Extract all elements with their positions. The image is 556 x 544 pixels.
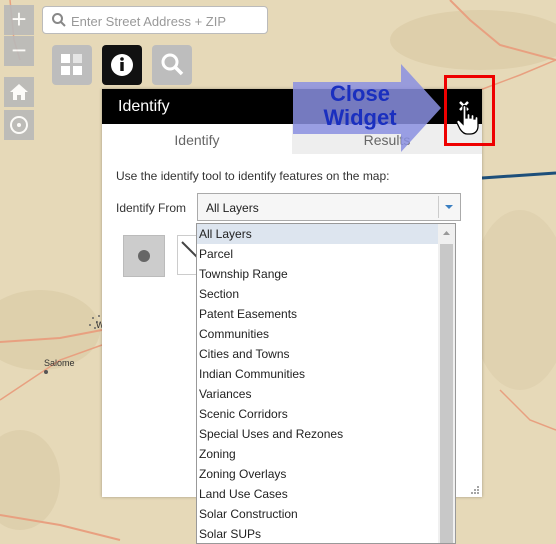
- locate-icon: [10, 116, 28, 134]
- callout-text: Close Widget: [323, 81, 397, 130]
- chevron-down-icon[interactable]: [438, 194, 460, 220]
- dropdown-option[interactable]: Parcel: [197, 244, 438, 264]
- identify-from-label: Identify From: [116, 201, 187, 215]
- layer-select-value: All Layers: [206, 201, 259, 215]
- search-icon: [161, 53, 184, 76]
- dropdown-option[interactable]: Special Uses and Rezones: [197, 424, 438, 444]
- dropdown-option[interactable]: Zoning Overlays: [197, 464, 438, 484]
- dropdown-option[interactable]: Section: [197, 284, 438, 304]
- dropdown-option[interactable]: Variances: [197, 384, 438, 404]
- dropdown-option[interactable]: Solar Construction: [197, 504, 438, 524]
- layer-dropdown-list[interactable]: All Layers Parcel Township Range Section Pat…: [196, 223, 456, 544]
- dropdown-option[interactable]: Scenic Corridors: [197, 404, 438, 424]
- panel-title: Identify: [118, 98, 170, 115]
- scroll-thumb[interactable]: [440, 244, 453, 543]
- home-button[interactable]: [4, 77, 34, 107]
- zoom-out-button[interactable]: −: [4, 36, 34, 66]
- dropdown-option[interactable]: Patent Easements: [197, 304, 438, 324]
- layer-options: All Layers Parcel Township Range Section Pat…: [197, 224, 438, 543]
- instructions-text: Use the identify tool to identify featur…: [116, 169, 390, 183]
- search-tool-button[interactable]: [152, 45, 192, 85]
- address-search[interactable]: [42, 6, 268, 34]
- dropdown-scrollbar[interactable]: [438, 224, 455, 543]
- dropdown-option[interactable]: All Layers: [197, 224, 438, 244]
- layers-grid-icon: [61, 54, 82, 75]
- dropdown-option[interactable]: Township Range: [197, 264, 438, 284]
- hand-cursor-icon: [456, 104, 479, 135]
- dropdown-option[interactable]: Zoning: [197, 444, 438, 464]
- home-icon: [10, 84, 28, 100]
- locate-button[interactable]: [4, 110, 34, 140]
- identify-tool-button[interactable]: [102, 45, 142, 85]
- dropdown-option[interactable]: Cities and Towns: [197, 344, 438, 364]
- zoom-in-button[interactable]: +: [4, 5, 34, 35]
- dropdown-option[interactable]: Communities: [197, 324, 438, 344]
- point-icon: [138, 250, 150, 262]
- info-icon: [111, 54, 133, 76]
- dropdown-option[interactable]: Solar SUPs: [197, 524, 438, 543]
- draw-point-button[interactable]: [123, 235, 165, 277]
- layers-button[interactable]: [52, 45, 92, 85]
- tab-identify[interactable]: Identify: [102, 124, 292, 154]
- search-icon: [52, 13, 66, 27]
- resize-grip-icon[interactable]: [470, 485, 480, 495]
- dropdown-option[interactable]: Land Use Cases: [197, 484, 438, 504]
- chevron-up-icon[interactable]: [438, 224, 455, 242]
- address-search-input[interactable]: [69, 10, 263, 32]
- map-place-label: Salome: [44, 358, 75, 368]
- dropdown-option[interactable]: Indian Communities: [197, 364, 438, 384]
- layer-select[interactable]: All Layers: [197, 193, 461, 221]
